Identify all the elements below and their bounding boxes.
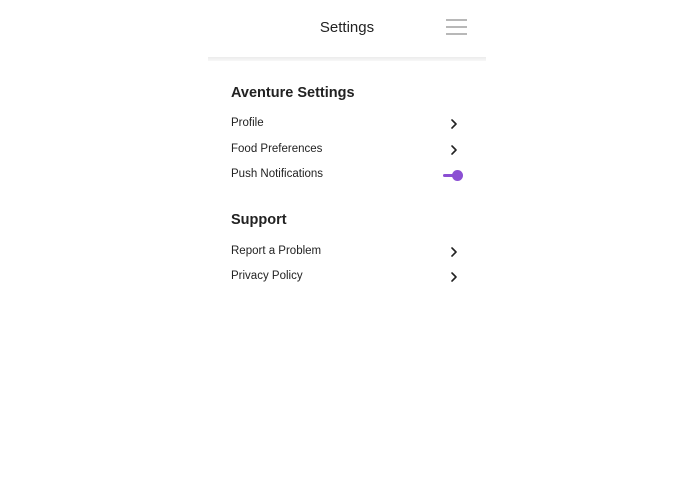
settings-row-report-a-problem[interactable]: Report a Problem xyxy=(231,243,464,263)
row-label: Food Preferences xyxy=(231,143,323,155)
page-title: Settings xyxy=(319,19,375,36)
toggle-knob xyxy=(452,169,463,181)
settings-screen: Settings Aventure Settings Profile Food … xyxy=(0,0,695,494)
header-bar: Settings xyxy=(208,0,486,58)
hamburger-menu-icon[interactable] xyxy=(446,18,468,36)
settings-row-push-notifications: Push Notifications xyxy=(231,166,464,186)
section-title-aventure-settings: Aventure Settings xyxy=(231,85,355,101)
header-divider xyxy=(208,57,486,61)
row-label: Report a Problem xyxy=(231,245,322,257)
settings-row-privacy-policy[interactable]: Privacy Policy xyxy=(231,268,464,288)
chevron-right-icon xyxy=(451,119,457,129)
push-notifications-toggle[interactable] xyxy=(442,168,464,182)
section-title-support: Support xyxy=(231,212,287,228)
row-label: Privacy Policy xyxy=(231,270,303,282)
row-label: Profile xyxy=(231,117,264,129)
chevron-right-icon xyxy=(451,145,457,155)
chevron-right-icon xyxy=(451,247,457,257)
chevron-right-icon xyxy=(451,272,457,282)
settings-row-food-preferences[interactable]: Food Preferences xyxy=(231,141,464,161)
row-label: Push Notifications xyxy=(231,168,324,180)
settings-row-profile[interactable]: Profile xyxy=(231,115,464,135)
